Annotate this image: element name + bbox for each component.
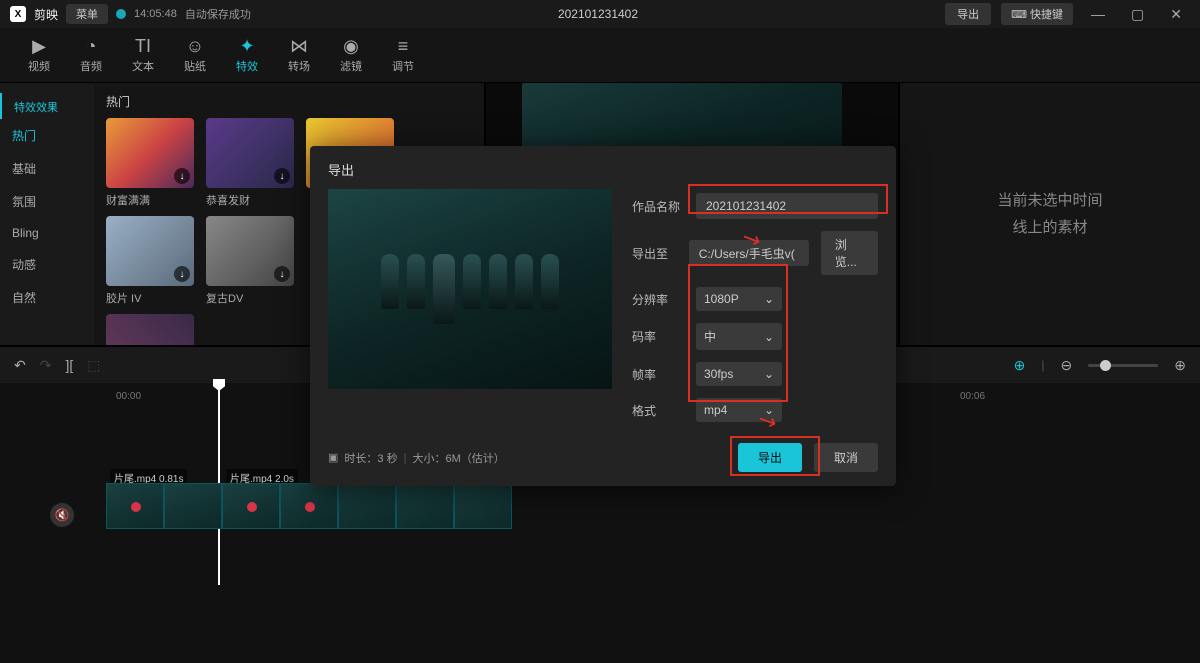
- label-project-name: 作品名称: [632, 198, 684, 215]
- magnet-icon[interactable]: ⊕: [1014, 357, 1026, 374]
- time-tick-start: 00:00: [116, 391, 141, 402]
- confirm-export-button[interactable]: 导出: [738, 443, 802, 472]
- effect-card[interactable]: ↓复古DV: [206, 216, 294, 306]
- category-item[interactable]: 氛围: [0, 185, 94, 218]
- browse-button[interactable]: 浏览...: [821, 231, 878, 275]
- app-logo: X: [10, 6, 26, 22]
- label-resolution: 分辨率: [632, 291, 684, 308]
- tab-icon: ▶: [32, 36, 46, 56]
- chevron-down-icon: ⌄: [764, 292, 774, 306]
- dialog-title: 导出: [310, 146, 896, 189]
- delete-icon[interactable]: ⬚: [87, 357, 100, 374]
- time-tick-6s: 00:06: [960, 391, 985, 402]
- zoom-in-icon[interactable]: ⊕: [1174, 357, 1186, 374]
- zoom-out-icon[interactable]: ⊖: [1061, 357, 1073, 374]
- tab-icon: TI: [135, 36, 151, 56]
- effects-section-title: 热门: [106, 93, 472, 110]
- autosave-msg: 自动保存成功: [185, 6, 251, 22]
- tab-icon: ◔: [86, 36, 97, 56]
- chevron-down-icon: ⌄: [764, 367, 774, 381]
- film-icon: ▣: [328, 451, 338, 464]
- category-item[interactable]: 自然: [0, 281, 94, 314]
- tab-icon: ≡: [398, 36, 409, 56]
- download-icon[interactable]: ↓: [174, 266, 190, 282]
- chevron-down-icon: ⌄: [764, 330, 774, 344]
- project-title: 202101231402: [259, 7, 937, 21]
- top-tab-7[interactable]: ≡调节: [392, 36, 414, 74]
- app-name: 剪映: [34, 6, 58, 23]
- autosave-time: 14:05:48: [134, 8, 177, 20]
- effect-card[interactable]: ↓恭喜发财: [206, 118, 294, 208]
- top-tab-5[interactable]: ⋈转场: [288, 36, 310, 74]
- top-tab-6[interactable]: ◉滤镜: [340, 36, 362, 74]
- video-track[interactable]: [106, 483, 512, 529]
- bitrate-select[interactable]: 中⌄: [696, 323, 782, 350]
- autosave-dot: [116, 9, 126, 19]
- download-icon[interactable]: ↓: [274, 168, 290, 184]
- download-icon[interactable]: ↓: [274, 266, 290, 282]
- mute-track-button[interactable]: 🔇: [50, 503, 74, 527]
- category-header: 特效效果: [0, 93, 94, 119]
- shortcuts-button[interactable]: ⌨ 快捷键: [1001, 3, 1073, 25]
- zoom-slider[interactable]: [1088, 364, 1158, 367]
- export-button-top[interactable]: 导出: [945, 3, 991, 25]
- close-icon[interactable]: ✕: [1162, 6, 1190, 23]
- undo-icon[interactable]: ↶: [14, 357, 26, 374]
- menu-button[interactable]: 菜单: [66, 4, 108, 24]
- export-info: ▣ 时长：3 秒 | 大小：6M（估计）: [328, 450, 505, 466]
- category-item[interactable]: 热门: [0, 119, 94, 152]
- label-bitrate: 码率: [632, 328, 684, 345]
- right-msg-line2: 线上的素材: [997, 214, 1102, 241]
- top-tab-4[interactable]: ✦特效: [236, 36, 258, 74]
- tab-icon: ⋈: [290, 36, 308, 56]
- redo-icon[interactable]: ↷: [40, 357, 52, 374]
- cancel-button[interactable]: 取消: [814, 443, 878, 472]
- category-item[interactable]: Bling: [0, 218, 94, 248]
- right-msg-line1: 当前未选中时间: [997, 187, 1102, 214]
- export-preview: [328, 189, 612, 389]
- tab-icon: ☺: [186, 36, 204, 56]
- top-tab-0[interactable]: ▶视频: [28, 36, 50, 74]
- download-icon[interactable]: ↓: [174, 168, 190, 184]
- label-fps: 帧率: [632, 366, 684, 383]
- maximize-icon[interactable]: ▢: [1123, 6, 1152, 23]
- minimize-icon[interactable]: —: [1083, 6, 1113, 22]
- tab-icon: ◉: [343, 36, 359, 56]
- effect-card[interactable]: ↓胶片 IV: [106, 216, 194, 306]
- right-panel-message: 当前未选中时间 线上的素材: [997, 187, 1102, 241]
- export-dialog: 导出 作品名称 导出至 浏览... 分辨率 1080P⌄ 码率 中⌄: [310, 146, 896, 486]
- fps-select[interactable]: 30fps⌄: [696, 362, 782, 386]
- resolution-select[interactable]: 1080P⌄: [696, 287, 782, 311]
- category-item[interactable]: 动感: [0, 248, 94, 281]
- split-icon[interactable]: ][: [65, 357, 73, 373]
- tab-icon: ✦: [239, 36, 254, 56]
- category-item[interactable]: 基础: [0, 152, 94, 185]
- effect-card[interactable]: ↓财富满满: [106, 118, 194, 208]
- top-tab-2[interactable]: TI文本: [132, 36, 154, 74]
- top-tab-3[interactable]: ☺贴纸: [184, 36, 206, 74]
- shortcuts-label: 快捷键: [1030, 6, 1063, 22]
- label-export-path: 导出至: [632, 245, 677, 262]
- top-tab-1[interactable]: ◔音频: [80, 36, 102, 74]
- label-format: 格式: [632, 402, 684, 419]
- project-name-input[interactable]: [696, 193, 878, 219]
